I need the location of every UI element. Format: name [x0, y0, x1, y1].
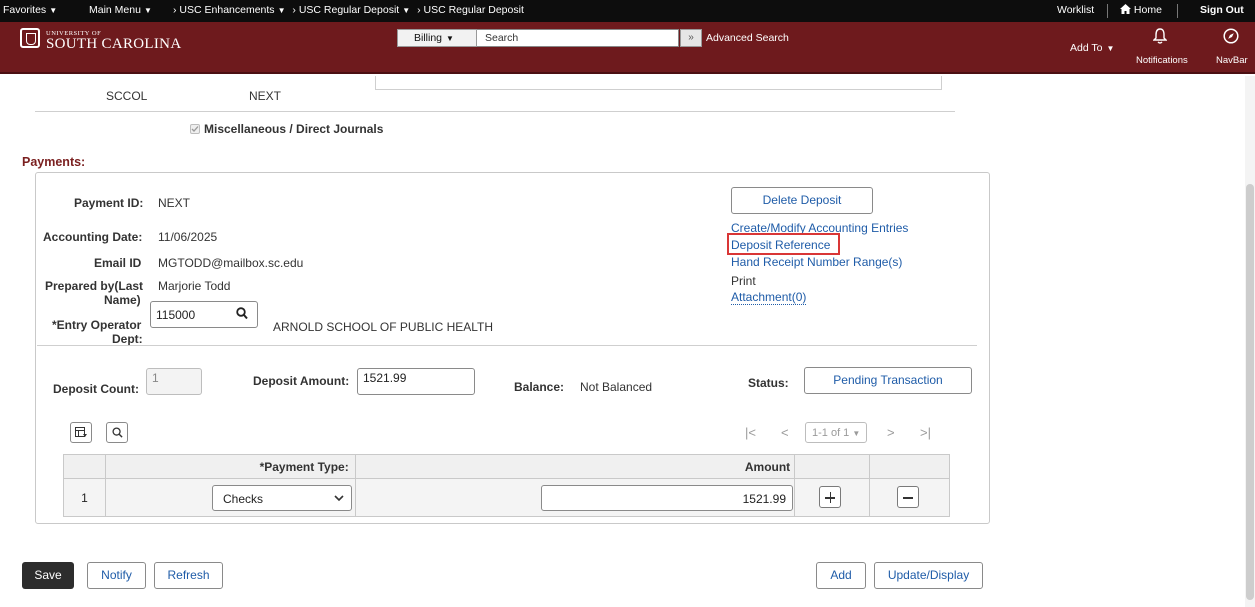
- balance-value: Not Balanced: [580, 380, 653, 394]
- grid-header-amount: Amount: [354, 454, 796, 479]
- divider: [37, 345, 977, 346]
- search-placeholder: Search: [485, 32, 519, 44]
- favorites-menu[interactable]: Favorites ▼: [3, 4, 57, 16]
- university-seal-icon: [20, 28, 40, 48]
- refresh-button[interactable]: Refresh: [154, 562, 223, 589]
- page-selector[interactable]: 1-1 of 1 ▼: [805, 422, 867, 443]
- advanced-search-link[interactable]: Advanced Search: [706, 32, 789, 44]
- deposit-count-label: Deposit Count:: [53, 382, 139, 396]
- amount-input[interactable]: 1521.99: [541, 485, 793, 511]
- home-icon: [1120, 4, 1131, 14]
- top-nav-bar: Favorites ▼ Main Menu ▼ › USC Enhancements…: [0, 0, 1255, 22]
- grid-header-payment-type: *Payment Type:: [104, 454, 356, 479]
- grid-header-row: *Payment Type: Amount: [63, 454, 950, 479]
- attachment-link[interactable]: Attachment(0): [731, 290, 807, 305]
- previous-panel-edge: [375, 76, 942, 90]
- search-category-dropdown[interactable]: Billing ▼: [397, 29, 477, 47]
- divider: [1107, 4, 1108, 18]
- highlight-box: [727, 233, 840, 255]
- divider: [1177, 4, 1178, 18]
- payment-id-label: Payment ID:: [74, 196, 144, 210]
- deposit-amount-label: Deposit Amount:: [253, 374, 350, 388]
- email-value: MGTODD@mailbox.sc.edu: [158, 256, 304, 270]
- logo-text: SOUTH CAROLINA: [46, 36, 182, 52]
- payment-type-select[interactable]: Checks: [212, 485, 352, 511]
- status-label: Status:: [748, 376, 789, 390]
- breadcrumb-regular-deposit-page[interactable]: USC Regular Deposit: [423, 4, 523, 16]
- sccol-value: NEXT: [249, 89, 282, 103]
- chevron-down-icon: ▼: [852, 429, 861, 438]
- email-label: Email ID: [94, 256, 142, 270]
- search-icon: [112, 427, 123, 438]
- deposit-amount-input[interactable]: 1521.99: [357, 368, 475, 395]
- search-icon[interactable]: [236, 307, 248, 320]
- deposit-count-field: 1: [146, 368, 202, 395]
- navbar-label[interactable]: NavBar: [1216, 55, 1248, 66]
- bell-icon[interactable]: [1153, 28, 1167, 44]
- search-go-button[interactable]: »: [680, 29, 702, 47]
- last-page-icon[interactable]: >|: [920, 425, 931, 440]
- payments-title: Payments:: [22, 155, 86, 169]
- grid-header-delete: [869, 454, 950, 479]
- add-button[interactable]: Add: [816, 562, 866, 589]
- misc-journals-label: Miscellaneous / Direct Journals: [204, 122, 384, 136]
- breadcrumb-regular-deposit-menu[interactable]: USC Regular Deposit: [299, 4, 399, 16]
- grid-header-add: [794, 454, 871, 479]
- accounting-date-value: 11/06/2025: [158, 230, 218, 244]
- add-row-button[interactable]: [819, 486, 841, 508]
- notify-button[interactable]: Notify: [87, 562, 146, 589]
- delete-deposit-button[interactable]: Delete Deposit: [731, 187, 873, 214]
- save-button[interactable]: Save: [22, 562, 74, 589]
- grid-personalize-button[interactable]: [70, 422, 92, 443]
- grid-settings-icon: [75, 427, 87, 437]
- previous-page-icon[interactable]: <: [781, 425, 789, 440]
- first-page-icon[interactable]: |<: [745, 425, 756, 440]
- sccol-label: SCCOL: [106, 89, 148, 103]
- accounting-date-label: Accounting Date:: [43, 230, 143, 244]
- notifications-label[interactable]: Notifications: [1136, 55, 1188, 66]
- print-label: Print: [731, 274, 756, 288]
- payments-grid: *Payment Type: Amount 1: [63, 454, 950, 517]
- payment-id-value: NEXT: [158, 196, 191, 210]
- scrollbar-thumb[interactable]: [1246, 184, 1254, 600]
- update-display-button[interactable]: Update/Display: [874, 562, 983, 589]
- prepared-by-label-cont: Name): [104, 293, 141, 307]
- checkmark-icon: [191, 126, 199, 132]
- entry-dept-description: ARNOLD SCHOOL OF PUBLIC HEALTH: [273, 320, 494, 334]
- breadcrumb-separator: ›: [173, 4, 177, 16]
- compass-icon[interactable]: [1223, 28, 1239, 44]
- balance-label: Balance:: [514, 380, 565, 394]
- chevron-down-icon: [334, 495, 344, 502]
- status-button[interactable]: Pending Transaction: [804, 367, 972, 394]
- breadcrumb: › USC Enhancements ▼ › USC Regular Deposi…: [173, 4, 524, 16]
- hand-receipt-link[interactable]: Hand Receipt Number Range(s): [731, 255, 902, 269]
- row-number: 1: [63, 478, 106, 517]
- home-link[interactable]: Home: [1120, 4, 1162, 16]
- sign-out-link[interactable]: Sign Out: [1200, 4, 1244, 16]
- breadcrumb-usc-enhancements[interactable]: USC Enhancements: [179, 4, 274, 16]
- breadcrumb-separator: ›: [292, 4, 296, 16]
- worklist-link[interactable]: Worklist: [1057, 4, 1094, 16]
- main-menu[interactable]: Main Menu ▼: [89, 4, 152, 16]
- table-row: 1: [63, 478, 950, 517]
- next-page-icon[interactable]: >: [887, 425, 895, 440]
- grid-find-button[interactable]: [106, 422, 128, 443]
- entry-dept-label-cont: Dept:: [112, 332, 143, 346]
- misc-journals-checkbox[interactable]: [190, 124, 200, 134]
- divider: [35, 111, 955, 112]
- prepared-by-label: Prepared by(Last: [45, 279, 144, 293]
- grid-header-num: [63, 454, 106, 479]
- prepared-by-value: Marjorie Todd: [158, 279, 231, 293]
- breadcrumb-separator: ›: [417, 4, 421, 16]
- add-to-menu[interactable]: Add To ▼: [1070, 42, 1114, 54]
- entry-dept-label: *Entry Operator: [52, 318, 142, 332]
- delete-row-button[interactable]: [897, 486, 919, 508]
